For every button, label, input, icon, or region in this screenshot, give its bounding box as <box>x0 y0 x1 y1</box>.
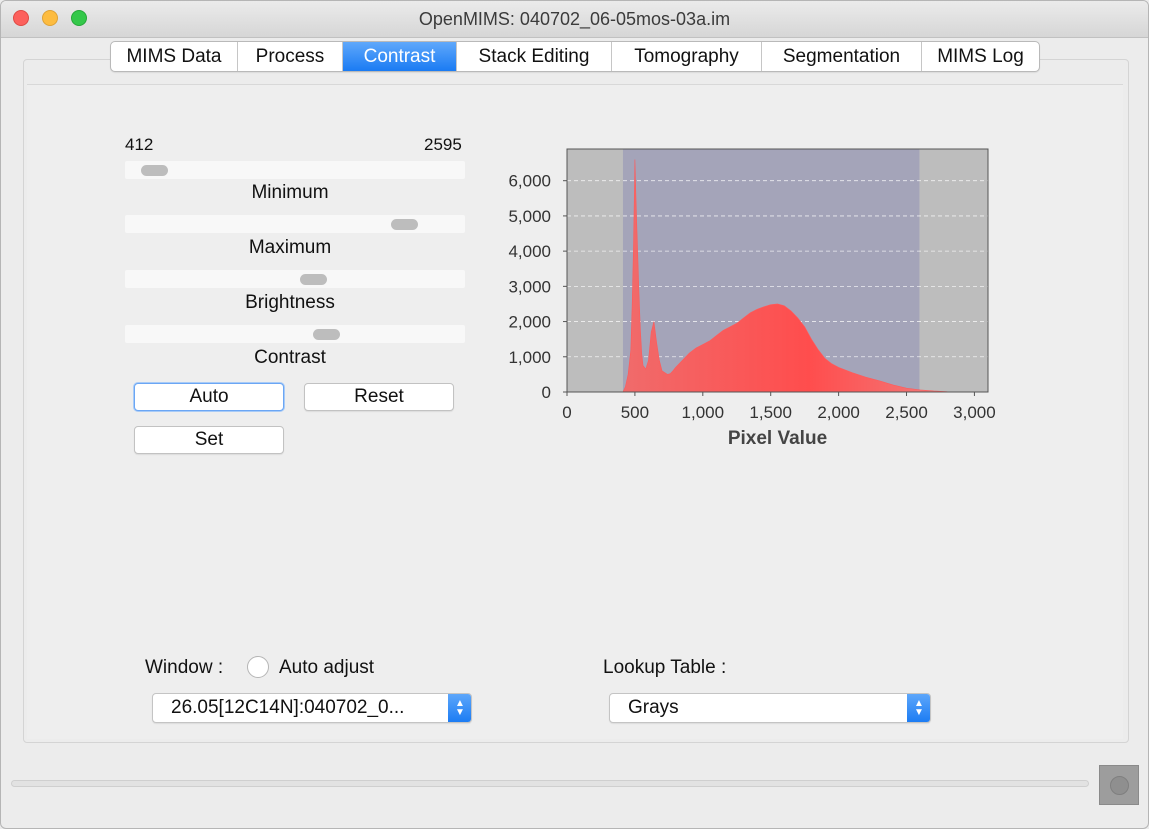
window-title: OpenMIMS: 040702_06-05mos-03a.im <box>418 9 731 29</box>
x-tick-label: 500 <box>621 403 649 422</box>
x-axis-label: Pixel Value <box>728 428 827 449</box>
min-value-readout: 412 <box>125 135 154 154</box>
maximum-slider[interactable] <box>125 215 465 233</box>
tab-contrast[interactable]: Contrast <box>343 42 457 71</box>
tab-segmentation[interactable]: Segmentation <box>762 42 922 71</box>
window-select[interactable]: 26.05[12C14N]:040702_0... ▲ ▼ <box>152 693 472 723</box>
title-bar: OpenMIMS: 040702_06-05mos-03a.im <box>1 1 1148 38</box>
set-button[interactable]: Set <box>134 426 284 454</box>
auto-adjust-radio[interactable] <box>247 656 269 678</box>
minimum-slider[interactable] <box>125 161 465 179</box>
pixel-histogram-chart: 0 1,000 2,000 3,000 4,000 5,000 6,000 0 500 1,000… <box>508 148 996 449</box>
brightness-slider[interactable] <box>125 270 465 288</box>
window-label: Window : <box>145 657 224 678</box>
x-tick-label: 1,000 <box>682 403 725 422</box>
tab-stack-editing[interactable]: Stack Editing <box>457 42 612 71</box>
y-tick-label: 5,000 <box>508 207 551 226</box>
tab-process[interactable]: Process <box>238 42 343 71</box>
tab-tomography[interactable]: Tomography <box>612 42 762 71</box>
tab-mims-data[interactable]: MIMS Data <box>111 42 238 71</box>
brightness-slider-thumb[interactable] <box>300 274 328 285</box>
x-tick-label: 2,500 <box>885 403 928 422</box>
y-tick-label: 6,000 <box>508 172 551 191</box>
y-tick-label: 1,000 <box>508 348 551 367</box>
contrast-slider-label: Contrast <box>254 347 326 368</box>
lookup-table-label: Lookup Table : <box>603 657 727 678</box>
minimum-slider-thumb[interactable] <box>140 165 168 176</box>
x-tick-label: 2,000 <box>817 403 860 422</box>
x-tick-label: 3,000 <box>953 403 996 422</box>
reset-button[interactable]: Reset <box>304 383 454 411</box>
tab-mims-log[interactable]: MIMS Log <box>922 42 1039 71</box>
x-tick-label: 1,500 <box>749 403 792 422</box>
auto-button[interactable]: Auto <box>134 383 284 411</box>
up-down-chevron-icon: ▲ ▼ <box>448 694 471 722</box>
x-tick-label: 0 <box>562 403 571 422</box>
progress-bar <box>11 780 1089 787</box>
contrast-slider-thumb[interactable] <box>312 329 340 340</box>
auto-adjust-label: Auto adjust <box>279 657 375 678</box>
y-tick-label: 2,000 <box>508 313 551 332</box>
window-select-value: 26.05[12C14N]:040702_0... <box>171 697 405 718</box>
y-tick-label: 3,000 <box>508 277 551 296</box>
up-down-chevron-icon: ▲ ▼ <box>907 694 930 722</box>
main-tabs: MIMS Data Process Contrast Stack Editing… <box>110 41 1040 72</box>
brightness-slider-label: Brightness <box>245 292 335 313</box>
maximum-slider-label: Maximum <box>248 237 332 258</box>
max-value-readout: 2595 <box>424 135 462 154</box>
stop-icon <box>1110 776 1129 795</box>
contrast-slider[interactable] <box>125 325 465 343</box>
app-window: OpenMIMS: 040702_06-05mos-03a.im MIMS Da… <box>0 0 1149 829</box>
lookup-table-select-value: Grays <box>628 697 679 718</box>
lookup-table-select[interactable]: Grays ▲ ▼ <box>609 693 931 723</box>
y-tick-label: 4,000 <box>508 242 551 261</box>
stop-button[interactable] <box>1099 765 1139 805</box>
maximum-slider-thumb[interactable] <box>391 219 419 230</box>
minimum-slider-label: Minimum <box>251 182 329 203</box>
y-tick-label: 0 <box>542 383 551 402</box>
